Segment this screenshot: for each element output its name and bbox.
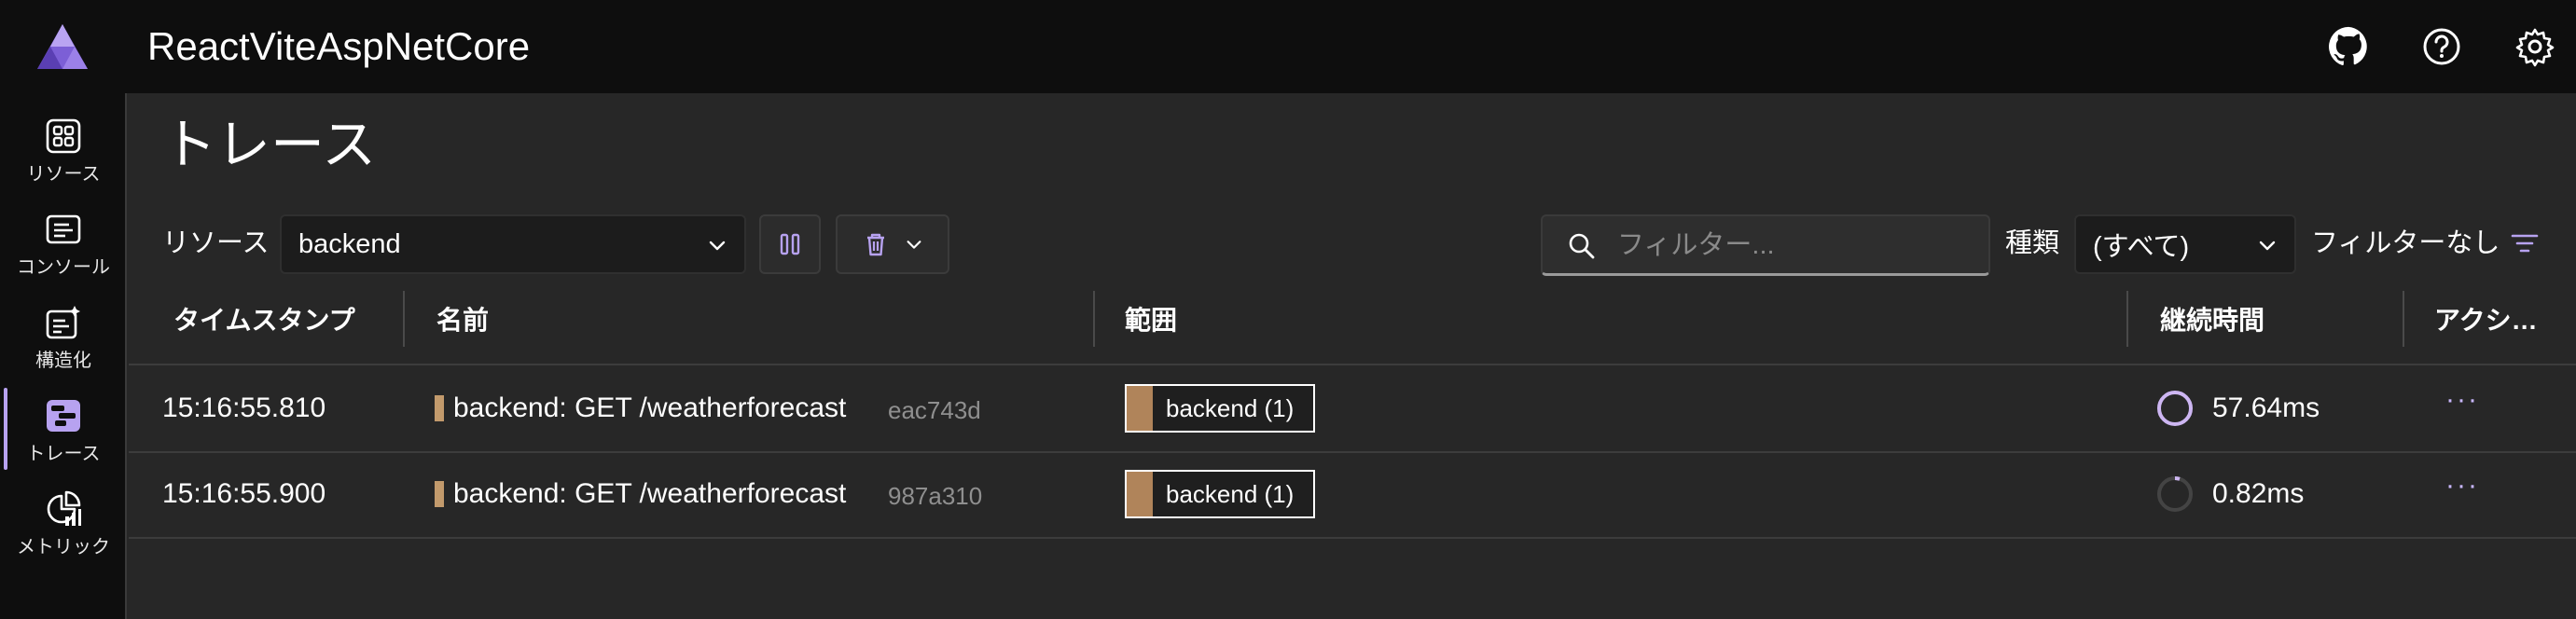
span-fill: [1127, 472, 1153, 516]
column-header-duration[interactable]: 継続時間: [2160, 283, 2264, 358]
duration-cell: 57.64ms: [2212, 392, 2320, 423]
sidebar-nav: リソース コンソール 構造化 トレース メトリック: [0, 93, 127, 619]
sidebar-item-label: メトリック: [17, 537, 110, 557]
sidebar-item-label: 構造化: [35, 351, 91, 371]
span-summary-badge[interactable]: backend (1): [1125, 384, 1315, 433]
trace-name-link[interactable]: backend: GET /weatherforecast: [453, 390, 846, 427]
resource-color-bar: [435, 395, 444, 421]
app-title[interactable]: ReactViteAspNetCore: [147, 22, 530, 71]
resources-icon: [43, 116, 84, 157]
resource-select-value: backend: [298, 228, 401, 259]
app-header: ReactViteAspNetCore: [0, 0, 2576, 93]
metrics-icon: [43, 488, 84, 530]
aspire-logo-icon[interactable]: [34, 21, 91, 75]
filter-search-input[interactable]: [1617, 226, 1972, 265]
column-divider[interactable]: [1093, 291, 1095, 347]
traces-icon: [43, 395, 84, 436]
column-header-timestamp[interactable]: タイムスタンプ: [173, 283, 355, 358]
trace-id: 987a310: [888, 482, 983, 510]
type-select[interactable]: (すべて): [2074, 214, 2296, 274]
column-divider[interactable]: [2126, 291, 2128, 347]
help-icon[interactable]: [2416, 21, 2468, 73]
timestamp-cell: 15:16:55.900: [162, 478, 326, 509]
span-summary-label: backend (1): [1166, 394, 1295, 422]
type-label: 種類: [2005, 228, 2060, 258]
resource-color-bar: [435, 481, 444, 507]
duration-cell: 0.82ms: [2212, 478, 2305, 509]
page-title: トレース: [162, 115, 377, 175]
trash-icon: [867, 233, 884, 256]
column-header-span[interactable]: 範囲: [1125, 283, 1177, 358]
sidebar-item-label: トレース: [26, 444, 101, 464]
pause-icon: [780, 233, 800, 255]
timestamp-cell: 15:16:55.810: [162, 392, 326, 423]
main-content: トレース リソース backend 種類 (すべて) フィルターなし タイムスタ…: [129, 93, 2576, 619]
resource-label: リソース: [162, 228, 270, 258]
column-header-name[interactable]: 名前: [436, 283, 489, 358]
duration-ring-icon: [2157, 391, 2193, 426]
settings-icon[interactable]: [2509, 21, 2561, 73]
sidebar-item-label: コンソール: [17, 257, 110, 278]
sidebar-item-traces[interactable]: トレース: [0, 384, 127, 474]
sidebar-item-metrics[interactable]: メトリック: [0, 477, 127, 567]
search-icon: [1569, 233, 1595, 259]
filter-search-field[interactable]: [1541, 214, 1990, 276]
sidebar-item-label: リソース: [26, 164, 101, 185]
type-select-value: (すべて): [2093, 232, 2190, 262]
actions-menu-button[interactable]: ···: [2445, 470, 2479, 502]
chevron-down-icon: [907, 241, 921, 249]
resource-select[interactable]: backend: [280, 214, 746, 274]
clear-traces-button[interactable]: [836, 214, 949, 274]
span-summary-label: backend (1): [1166, 480, 1295, 508]
column-header-actions[interactable]: アクシ…: [2434, 283, 2538, 358]
github-icon[interactable]: [2322, 21, 2375, 73]
chevron-down-icon: [2259, 241, 2276, 251]
column-divider[interactable]: [403, 291, 405, 347]
actions-menu-button[interactable]: ···: [2445, 384, 2479, 416]
header-divider: [129, 364, 2576, 365]
structured-icon: [43, 302, 84, 343]
column-divider[interactable]: [2403, 291, 2404, 347]
console-icon: [43, 209, 84, 250]
row-divider: [129, 451, 2576, 453]
filter-status: フィルターなし: [2311, 228, 2500, 258]
trace-id: eac743d: [888, 396, 981, 424]
pause-button[interactable]: [759, 214, 821, 274]
span-summary-badge[interactable]: backend (1): [1125, 470, 1315, 518]
duration-ring-icon: [2157, 476, 2193, 512]
trace-name-link[interactable]: backend: GET /weatherforecast: [453, 475, 846, 513]
row-divider: [129, 537, 2576, 539]
filter-options-icon[interactable]: [2509, 227, 2542, 261]
sidebar-item-console[interactable]: コンソール: [0, 198, 127, 287]
chevron-down-icon: [709, 241, 726, 251]
sidebar-item-resources[interactable]: リソース: [0, 104, 127, 194]
span-fill: [1127, 386, 1153, 431]
sidebar-item-structured[interactable]: 構造化: [0, 291, 127, 380]
